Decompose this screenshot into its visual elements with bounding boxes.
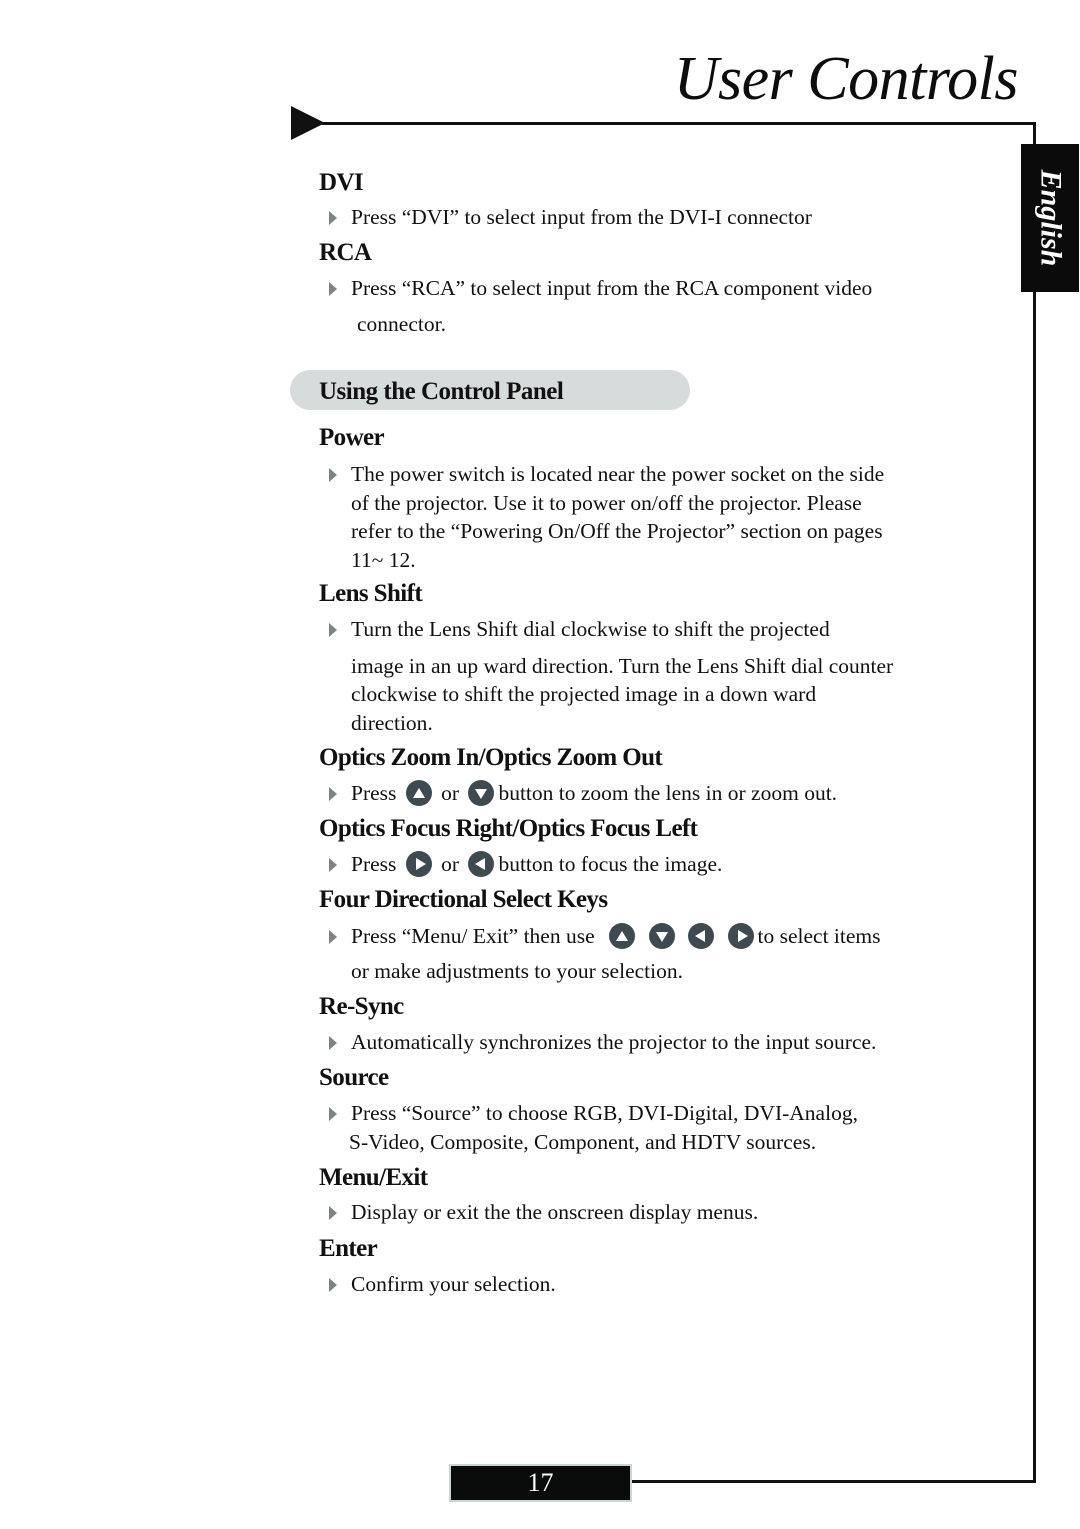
bullet-line: clockwise to shift the projected image i… [351, 682, 817, 706]
bullet-optics-zoom: Press or button to zoom the lens in or z… [329, 779, 1019, 808]
text-end: to select items [757, 924, 881, 948]
heading-power: Power [319, 424, 385, 451]
header-arrow-icon [291, 106, 325, 140]
text-or: or [441, 852, 460, 876]
bullet-rca: Press “RCA” to select input from the RCA… [329, 274, 1019, 338]
heading-four-directional: Four Directional Select Keys [319, 886, 608, 913]
bullet-text: Press or button to zoom the lens in or z… [329, 779, 1019, 808]
text-press: Press [351, 781, 397, 805]
bullet-line: refer to the “Powering On/Off the Projec… [351, 519, 883, 543]
bullet-four-directional: Press “Menu/ Exit” then use to select it… [329, 922, 1019, 985]
bullet-resync: Automatically synchronizes the projector… [329, 1028, 1019, 1057]
left-arrow-button-icon [688, 923, 715, 949]
header-rule [322, 122, 1035, 125]
bullet-lens-shift: Turn the Lens Shift dial clockwise to sh… [329, 615, 1019, 737]
text-or: or [441, 781, 460, 805]
bullet-text: Press or button to focus the image. [329, 850, 1019, 879]
right-border-rule [1033, 122, 1036, 1482]
bullet-marker-icon [329, 930, 337, 944]
bullet-enter: Confirm your selection. [329, 1270, 1019, 1299]
bullet-line: image in an up ward direction. Turn the … [351, 653, 894, 678]
language-tab-label: English [1034, 169, 1068, 267]
bullet-marker-icon [329, 787, 337, 801]
heading-enter: Enter [319, 1235, 378, 1262]
left-arrow-button-icon [468, 851, 495, 877]
bullet-marker-icon [329, 468, 337, 482]
bullet-line: Turn the Lens Shift dial clockwise to sh… [351, 617, 830, 641]
heading-rca: RCA [319, 239, 372, 266]
bullet-text: Press “RCA” to select input from the RCA… [351, 276, 873, 300]
text-press: Press [351, 852, 397, 876]
bullet-text: Press “DVI” to select input from the DVI… [351, 205, 812, 229]
bullet-marker-icon [329, 282, 337, 296]
bullet-text-continued: connector. [357, 311, 446, 336]
bullet-marker-icon [329, 623, 337, 637]
text-rest: button to zoom the lens in or zoom out. [498, 781, 838, 805]
bullet-text: Automatically synchronizes the projector… [351, 1030, 877, 1054]
heading-resync: Re-Sync [319, 993, 404, 1020]
bullet-text: Display or exit the the onscreen display… [351, 1200, 759, 1224]
heading-menu-exit: Menu/Exit [319, 1164, 428, 1191]
bullet-menu-exit: Display or exit the the onscreen display… [329, 1198, 1019, 1227]
text-start: Press “Menu/ Exit” then use [351, 924, 595, 948]
heading-optics-focus: Optics Focus Right/Optics Focus Left [319, 815, 698, 842]
heading-source: Source [319, 1064, 389, 1091]
up-arrow-button-icon [405, 780, 432, 806]
bullet-line: Press “Source” to choose RGB, DVI-Digita… [351, 1101, 858, 1125]
page-number: 17 [449, 1464, 632, 1502]
page-title: User Controls [673, 45, 1019, 113]
up-arrow-button-icon [609, 923, 636, 949]
bullet-dvi: Press “DVI” to select input from the DVI… [329, 203, 1019, 232]
heading-dvi: DVI [319, 169, 364, 196]
bullet-line: of the projector. Use it to power on/off… [351, 490, 862, 515]
heading-optics-zoom: Optics Zoom In/Optics Zoom Out [319, 744, 663, 771]
section-title: Using the Control Panel [319, 378, 564, 405]
bullet-text: Press “Menu/ Exit” then use to select it… [329, 922, 1019, 951]
bullet-source: Press “Source” to choose RGB, DVI-Digita… [329, 1099, 1019, 1156]
bullet-optics-focus: Press or button to focus the image. [329, 850, 1019, 879]
language-tab: English [1021, 144, 1079, 292]
bullet-marker-icon [329, 858, 337, 872]
bullet-marker-icon [329, 211, 337, 225]
text-rest: button to focus the image. [498, 852, 723, 876]
bullet-marker-icon [329, 1278, 337, 1292]
bullet-marker-icon [329, 1206, 337, 1220]
bullet-line: S-Video, Composite, Component, and HDTV … [349, 1129, 817, 1154]
down-arrow-button-icon [648, 923, 675, 949]
bullet-line: 11~ 12. [351, 547, 416, 572]
bullet-marker-icon [329, 1036, 337, 1050]
right-arrow-button-icon [727, 923, 754, 949]
right-arrow-button-icon [405, 851, 432, 877]
section-header-control-panel: Using the Control Panel [290, 370, 690, 410]
bullet-text: Confirm your selection. [351, 1272, 556, 1296]
bullet-marker-icon [329, 1107, 337, 1121]
bullet-power: The power switch is located near the pow… [329, 460, 1019, 574]
bullet-line: direction. [351, 710, 433, 735]
bullet-line: or make adjustments to your selection. [351, 958, 683, 983]
down-arrow-button-icon [468, 780, 495, 806]
bullet-line: The power switch is located near the pow… [351, 462, 885, 486]
heading-lens-shift: Lens Shift [319, 580, 423, 607]
footer-rule [628, 1480, 1036, 1483]
